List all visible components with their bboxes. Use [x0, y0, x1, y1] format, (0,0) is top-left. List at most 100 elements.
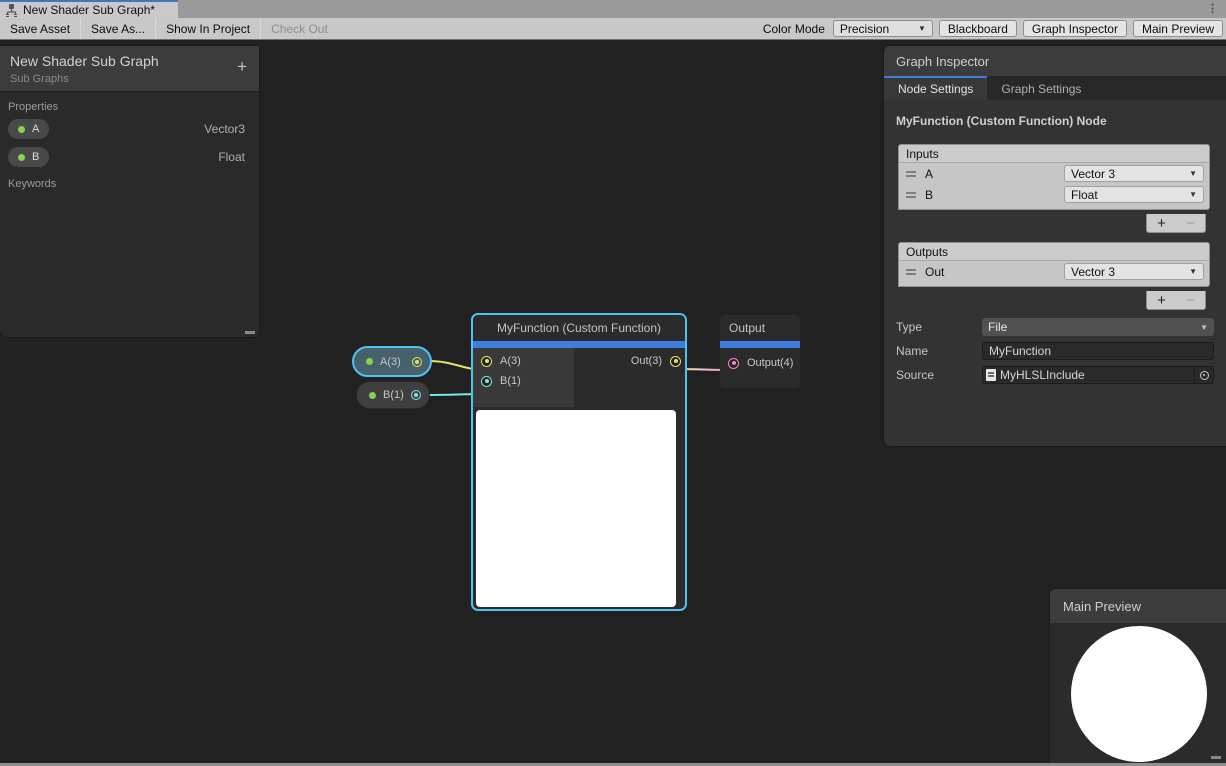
toolbar-right-group: Color Mode Precision ▼ Blackboard Graph … [763, 18, 1223, 39]
blackboard-panel[interactable]: New Shader Sub Graph Sub Graphs + Proper… [0, 46, 259, 337]
input-row-a[interactable]: A Vector 3 ▼ [899, 163, 1209, 184]
node-port-section: Output(4) [720, 348, 800, 369]
port-icon-vector3[interactable] [412, 357, 422, 367]
output-port-row: Out(3) [631, 355, 681, 367]
drag-handle-icon[interactable] [906, 269, 916, 275]
port-label: B(1) [500, 375, 521, 387]
outputs-list-header: Outputs [899, 243, 1209, 261]
output-type-dropdown[interactable]: Vector 3 ▼ [1064, 263, 1204, 280]
type-dropdown[interactable]: File ▼ [982, 318, 1214, 336]
name-label: Name [896, 344, 982, 358]
remove-output-button[interactable]: − [1186, 293, 1195, 308]
node-accent-stripe [473, 341, 685, 348]
color-mode-dropdown[interactable]: Precision ▼ [833, 20, 933, 37]
blackboard-title: New Shader Sub Graph [10, 53, 249, 69]
blackboard-toggle-button[interactable]: Blackboard [939, 20, 1017, 37]
outputs-list-footer: + − [1146, 291, 1206, 310]
chevron-down-icon: ▼ [1200, 323, 1208, 332]
property-node-a[interactable]: A(3) [352, 346, 432, 377]
input-type-dropdown[interactable]: Vector 3 ▼ [1064, 165, 1204, 182]
source-field-row: Source MyHLSLInclude [896, 366, 1214, 384]
property-dot-icon [366, 358, 373, 365]
graph-canvas[interactable]: A(3) B(1) MyFunction (Custom Function) A… [0, 40, 1226, 763]
type-field-row: Type File ▼ [896, 318, 1214, 336]
add-output-button[interactable]: + [1157, 293, 1166, 308]
name-input[interactable]: MyFunction [982, 342, 1214, 360]
input-type-dropdown[interactable]: Float ▼ [1064, 186, 1204, 203]
main-preview-title: Main Preview [1050, 589, 1226, 623]
output-node[interactable]: Output Output(4) [720, 315, 800, 388]
property-type: Float [218, 150, 245, 164]
color-mode-label: Color Mode [763, 22, 827, 36]
preview-sphere [1071, 626, 1207, 762]
node-port-section: A(3) B(1) Out(3) [473, 348, 685, 407]
object-picker-button[interactable] [1194, 367, 1213, 383]
main-preview-panel[interactable]: Main Preview [1050, 589, 1226, 763]
port-label: Out(3) [631, 355, 662, 367]
input-type-value: Vector 3 [1071, 167, 1115, 181]
input-port-row: A(3) [481, 355, 574, 367]
panel-resize-handle[interactable] [245, 331, 255, 334]
tab-strip: New Shader Sub Graph* ⋮ [0, 0, 1226, 18]
node-title[interactable]: MyFunction (Custom Function) [473, 315, 685, 341]
graph-inspector-toggle-button[interactable]: Graph Inspector [1023, 20, 1127, 37]
inspector-tab-bar: Node Settings Graph Settings [884, 76, 1226, 100]
port-icon-float[interactable] [481, 376, 492, 387]
node-title[interactable]: Output [720, 315, 800, 341]
property-pill[interactable]: B [8, 147, 49, 167]
node-accent-stripe [720, 341, 800, 348]
toolbar-left-group: Save Asset Save As... Show In Project Ch… [0, 18, 338, 39]
port-icon-vector4[interactable] [728, 358, 739, 369]
input-name: A [925, 167, 1064, 181]
graph-inspector-panel[interactable]: Graph Inspector Node Settings Graph Sett… [884, 46, 1226, 446]
node-preview-image [476, 410, 676, 607]
name-value: MyFunction [989, 344, 1051, 358]
output-row-out[interactable]: Out Vector 3 ▼ [899, 261, 1209, 282]
tab-node-settings[interactable]: Node Settings [884, 76, 987, 100]
port-icon-float[interactable] [411, 390, 421, 400]
document-tab[interactable]: New Shader Sub Graph* [0, 0, 178, 18]
outputs-list: Outputs Out Vector 3 ▼ [898, 242, 1210, 287]
graph-inspector-title: Graph Inspector [884, 46, 1226, 76]
remove-input-button[interactable]: − [1186, 216, 1195, 231]
source-value: MyHLSLInclude [1000, 368, 1085, 382]
document-tab-label: New Shader Sub Graph* [23, 3, 155, 17]
blackboard-header: New Shader Sub Graph Sub Graphs + [0, 46, 259, 92]
port-label: Output(4) [747, 357, 793, 369]
inputs-list: Inputs A Vector 3 ▼ B Float ▼ [898, 144, 1210, 210]
file-icon [986, 369, 996, 381]
port-icon-vector3[interactable] [670, 356, 681, 367]
show-in-project-button[interactable]: Show In Project [156, 18, 260, 39]
port-icon-vector3[interactable] [481, 356, 492, 367]
save-asset-button[interactable]: Save Asset [0, 18, 80, 39]
save-as-button[interactable]: Save As... [81, 18, 155, 39]
port-label: A(3) [500, 355, 521, 367]
tab-graph-settings[interactable]: Graph Settings [987, 76, 1095, 100]
properties-section-label: Properties [0, 92, 259, 113]
property-pill[interactable]: A [8, 119, 49, 139]
property-row[interactable]: A Vector3 [0, 113, 259, 141]
drag-handle-icon[interactable] [906, 171, 916, 177]
property-node-label: B(1) [383, 389, 404, 401]
node-output-ports: Out(3) [574, 348, 685, 407]
name-field-row: Name MyFunction [896, 342, 1214, 360]
inputs-list-header: Inputs [899, 145, 1209, 163]
panel-resize-handle[interactable] [1211, 756, 1221, 759]
inspected-node-title: MyFunction (Custom Function) Node [884, 100, 1226, 128]
add-input-button[interactable]: + [1157, 216, 1166, 231]
custom-function-node[interactable]: MyFunction (Custom Function) A(3) B(1) O… [471, 313, 687, 611]
input-port-row: Output(4) [728, 357, 800, 369]
property-node-b[interactable]: B(1) [356, 381, 430, 409]
color-mode-value: Precision [840, 22, 889, 36]
property-name: A [32, 123, 39, 135]
window-overflow-menu-icon[interactable]: ⋮ [1207, 2, 1218, 16]
input-row-b[interactable]: B Float ▼ [899, 184, 1209, 205]
property-row[interactable]: B Float [0, 141, 259, 169]
property-node-label: A(3) [380, 356, 405, 368]
add-property-button[interactable]: + [237, 58, 247, 75]
object-picker-icon [1200, 371, 1209, 380]
source-object-field[interactable]: MyHLSLInclude [982, 366, 1214, 384]
main-preview-toggle-button[interactable]: Main Preview [1133, 20, 1223, 37]
drag-handle-icon[interactable] [906, 192, 916, 198]
chevron-down-icon: ▼ [1189, 267, 1197, 276]
